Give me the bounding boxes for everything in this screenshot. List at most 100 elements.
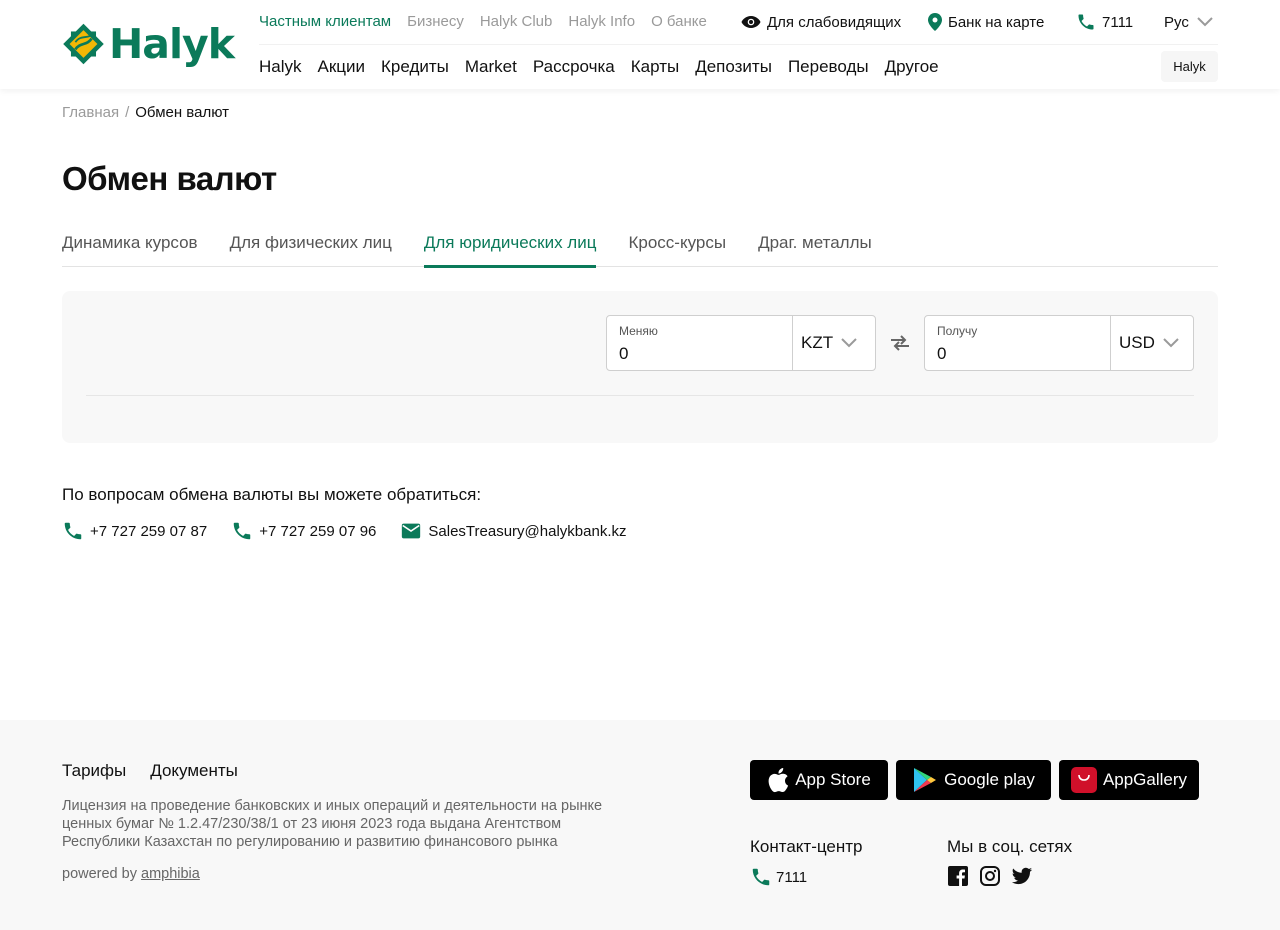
topnav-halyk-club[interactable]: Halyk Club [480,12,553,32]
language-current: Рус [1164,13,1189,31]
location-pin-icon [928,13,942,31]
mail-icon [402,523,421,539]
tab-legal-entities[interactable]: Для юридических лиц [423,226,596,268]
google-play-icon [914,768,937,792]
phone-icon [752,868,770,886]
get-amount-label: Получу [937,324,978,338]
breadcrumb-separator: / [125,104,130,121]
get-amount-value: 0 [937,344,947,363]
tab-precious-metals[interactable]: Драг. металлы [758,226,872,267]
bank-map-link[interactable]: Банк на карте [928,10,1044,34]
footer-link-documents[interactable]: Документы [150,761,238,781]
converter-divider [86,395,1194,396]
give-currency-value: KZT [801,333,834,352]
language-selector[interactable]: Рус [1164,10,1219,34]
give-amount-label: Меняю [619,324,658,338]
app-gallery-label: AppGallery [1102,770,1188,789]
give-field-group: Меняю 0 KZT [606,315,876,371]
footer-links: Тарифы Документы [62,761,238,781]
tab-individuals[interactable]: Для физических лиц [230,226,392,267]
header-phone-number: 7111 [1102,13,1134,31]
mainnav-item-credits[interactable]: Кредиты [381,56,449,78]
app-store-badge[interactable]: App Store [750,760,888,800]
halyk-logo-mark-icon [63,23,104,65]
powered-by-link[interactable]: amphibia [141,866,200,882]
mainnav-item-other[interactable]: Другое [885,56,939,78]
audience-nav: Частным клиентам Бизнесу Halyk Club Haly… [259,12,707,32]
page-title: Обмен валют [62,160,277,197]
contact-title: По вопросам обмена валюты вы можете обра… [62,485,482,504]
site-header: Halyk Частным клиентам Бизнесу Halyk Clu… [0,0,1280,89]
main-nav: Halyk Акции Кредиты Market Рассрочка Кар… [259,56,939,78]
huawei-appgallery-icon [1070,767,1097,793]
get-amount-input[interactable]: Получу 0 [925,316,1111,370]
mainnav-item-promotions[interactable]: Акции [318,56,366,78]
topnav-business[interactable]: Бизнесу [407,12,464,32]
topnav-about-bank[interactable]: О банке [651,12,707,32]
license-text: Лицензия на проведение банковских и иных… [62,798,603,850]
facebook-icon[interactable] [947,865,969,887]
get-currency-select[interactable]: USD [1111,316,1193,370]
chevron-down-icon [1197,17,1213,27]
powered-by-prefix: powered by [62,866,137,882]
contact-center-title: Контакт-центр [750,837,863,856]
swap-currencies-icon[interactable] [888,331,912,355]
app-store-label: App Store [795,770,871,789]
give-amount-value: 0 [619,344,629,363]
social-title: Мы в соц. сетях [947,837,1073,856]
mainnav-item-halyk[interactable]: Halyk [259,56,302,78]
chevron-down-icon [1163,338,1179,348]
contact-phone-1-number: +7 727 259 07 87 [90,522,208,540]
contact-phone-2-number: +7 727 259 07 96 [259,522,377,540]
mainnav-item-market[interactable]: Market [465,56,517,78]
contact-phone-2[interactable]: +7 727 259 07 96 [231,520,376,542]
phone-icon [233,522,251,540]
app-store-badges: App Store Google play AppGallery [750,760,1199,800]
contact-center-phone-link[interactable]: 7111 [750,866,807,888]
mainnav-item-deposits[interactable]: Депозиты [695,56,772,78]
tab-cross-rates[interactable]: Кросс-курсы [628,226,726,267]
logo-text: Halyk [108,20,235,68]
header-phone-link[interactable]: 7111 [1076,10,1133,34]
give-currency-select[interactable]: KZT [793,316,875,370]
social-links [947,865,1033,887]
halyk-logo[interactable]: Halyk [62,19,235,69]
contact-email[interactable]: SalesTreasury@halykbank.kz [400,520,627,542]
instagram-icon[interactable] [979,865,1001,887]
contact-list: +7 727 259 07 87 +7 727 259 07 96 SalesT… [62,520,627,542]
exchange-tabs: Динамика курсов Для физических лиц Для ю… [62,226,1218,268]
contact-email-address: SalesTreasury@halykbank.kz [428,522,627,540]
apple-icon [768,768,789,793]
get-field-group: Получу 0 USD [924,315,1194,371]
phone-icon [1078,14,1094,30]
topnav-private-clients[interactable]: Частным клиентам [259,12,391,32]
footer-link-tariffs[interactable]: Тарифы [62,761,126,781]
breadcrumb-current: Обмен валют [135,104,229,121]
site-footer: Тарифы Документы Лицензия на проведение … [0,720,1280,930]
accessibility-link[interactable]: Для слабовидящих [741,10,901,34]
google-play-label: Google play [944,770,1035,789]
contact-phone-1[interactable]: +7 727 259 07 87 [62,520,207,542]
get-currency-value: USD [1119,333,1155,352]
breadcrumb: Главная / Обмен валют [62,104,229,121]
give-amount-input[interactable]: Меняю 0 [607,316,793,370]
phone-icon [64,522,82,540]
google-play-badge[interactable]: Google play [896,760,1051,800]
mainnav-item-installments[interactable]: Рассрочка [533,56,615,78]
breadcrumb-home[interactable]: Главная [62,104,119,121]
mainnav-item-cards[interactable]: Карты [631,56,679,78]
halyk-button[interactable]: Halyk [1161,51,1218,82]
topnav-halyk-info[interactable]: Halyk Info [568,12,635,32]
converter-card: Меняю 0 KZT Получу 0 USD [62,291,1218,443]
eye-icon [741,16,761,28]
twitter-icon[interactable] [1011,865,1033,887]
accessibility-label: Для слабовидящих [767,13,902,31]
app-gallery-badge[interactable]: AppGallery [1059,760,1199,800]
header-divider [259,44,1218,45]
powered-by: powered by amphibia [62,866,200,882]
contact-center-phone: 7111 [776,868,808,886]
tab-rate-dynamics[interactable]: Динамика курсов [62,226,198,267]
mainnav-item-transfers[interactable]: Переводы [788,56,869,78]
chevron-down-icon [841,338,857,348]
bank-map-label: Банк на карте [948,13,1045,31]
